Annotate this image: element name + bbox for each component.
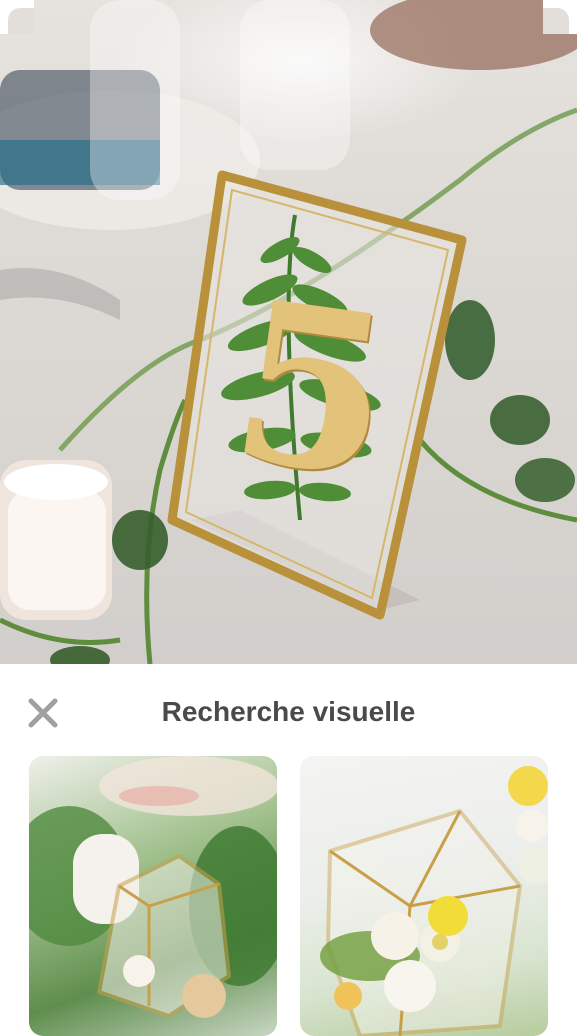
terrarium-image xyxy=(320,766,548,1036)
visual-search-sheet: Recherche visuelle xyxy=(0,664,577,1036)
sheet-title: Recherche visuelle xyxy=(161,696,416,727)
results-grid xyxy=(29,756,549,1036)
hero-photo[interactable]: 5 xyxy=(0,0,577,664)
crop-corner-top-right[interactable] xyxy=(543,0,577,34)
terrarium-image xyxy=(29,756,277,1019)
crop-corner-top-left[interactable] xyxy=(0,0,34,34)
result-card[interactable] xyxy=(29,756,277,1036)
result-card[interactable] xyxy=(300,756,548,1036)
